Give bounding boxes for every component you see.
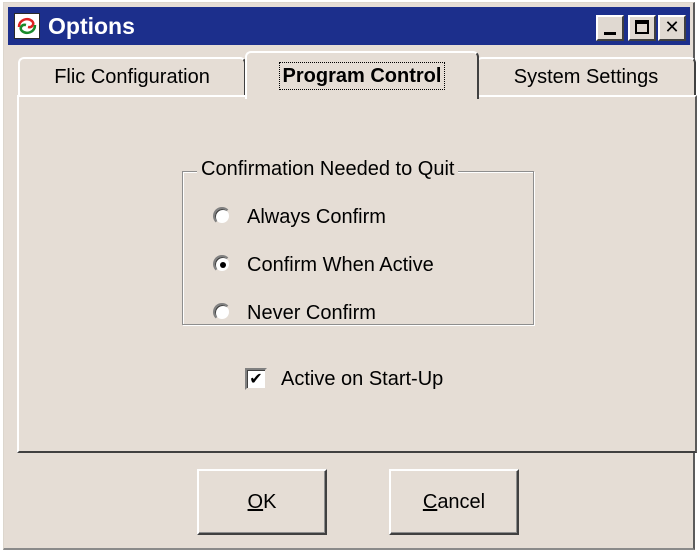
app-swirl-icon[interactable] (14, 13, 40, 39)
radio-label: Always Confirm (247, 206, 386, 228)
options-window: Options ✕ Flic Configuration System Sett… (3, 2, 698, 550)
cancel-label-rest: ancel (437, 491, 486, 513)
close-button[interactable]: ✕ (658, 15, 686, 41)
ok-label-rest: K (263, 491, 277, 513)
tab-panel-program-control: Confirmation Needed to Quit Always Confi… (17, 95, 697, 453)
maximize-icon (635, 20, 649, 34)
checkbox-label: Active on Start-Up (281, 368, 444, 390)
cancel-button[interactable]: Cancel (389, 469, 519, 535)
checkmark-icon[interactable]: ✔ (245, 368, 267, 390)
title-bar[interactable]: Options ✕ (8, 7, 690, 45)
radio-icon[interactable] (213, 207, 231, 225)
radio-label: Never Confirm (247, 302, 376, 324)
ok-mnemonic: O (247, 491, 264, 513)
tab-program-control-label: Program Control (278, 62, 446, 90)
tab-program-control[interactable]: Program Control (245, 51, 479, 99)
radio-icon[interactable] (213, 303, 231, 321)
group-title: Confirmation Needed to Quit (197, 158, 459, 181)
maximize-button[interactable] (628, 15, 656, 41)
ok-button[interactable]: OK (197, 469, 327, 535)
tab-system-settings[interactable]: System Settings (476, 57, 696, 97)
tab-strip: Flic Configuration System Settings Progr… (14, 51, 698, 99)
quit-confirmation-group: Confirmation Needed to Quit Always Confi… (182, 158, 534, 325)
minimize-icon (604, 32, 616, 35)
radio-selected-dot (220, 262, 226, 268)
radio-label: Confirm When Active (247, 254, 434, 276)
minimize-button[interactable] (596, 15, 624, 41)
tab-flic-configuration[interactable]: Flic Configuration (18, 57, 246, 97)
window-title: Options (48, 13, 135, 39)
cancel-mnemonic: C (422, 491, 438, 513)
close-icon: ✕ (664, 17, 680, 38)
radio-icon[interactable] (213, 255, 231, 273)
